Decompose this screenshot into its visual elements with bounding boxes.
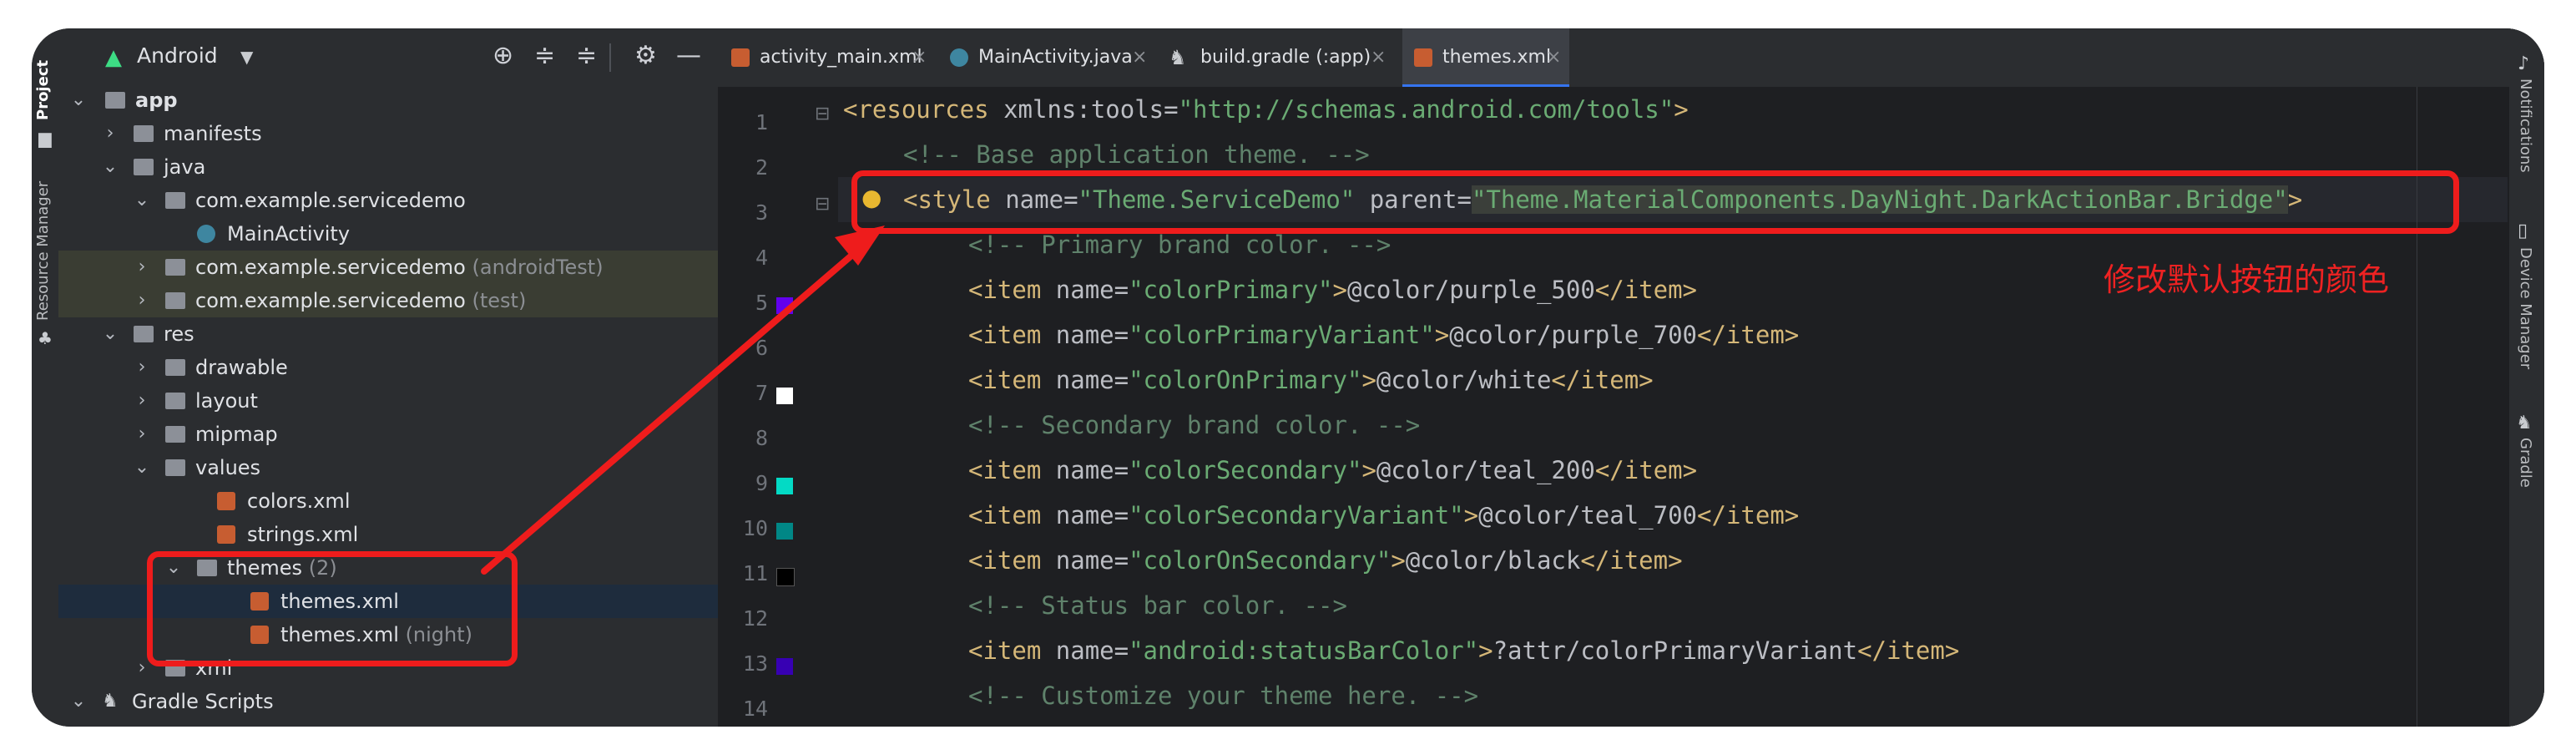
annotation-arrow (481, 225, 885, 575)
annotation-note: 修改默认按钮的颜色 (2104, 261, 2390, 298)
